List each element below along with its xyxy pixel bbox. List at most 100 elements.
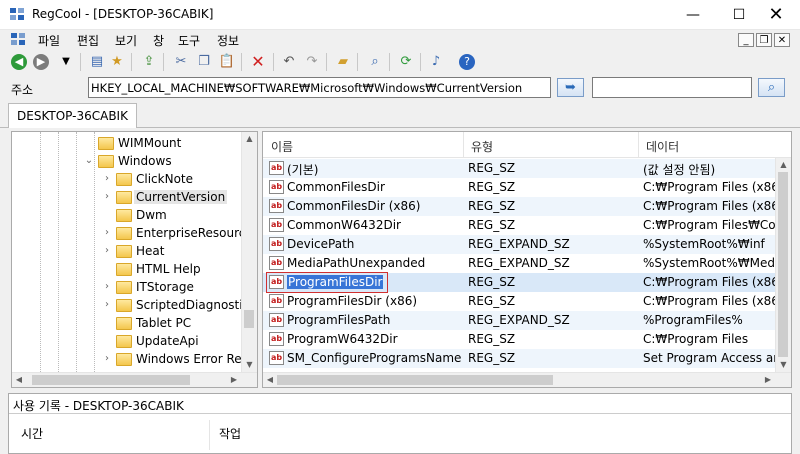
scroll-left-icon[interactable]: ◀: [12, 373, 26, 387]
expand-arrow-icon[interactable]: ›: [102, 245, 112, 256]
menu-file[interactable]: 파일: [38, 32, 60, 49]
string-value-icon: ab: [269, 218, 284, 232]
scroll-left-icon[interactable]: ◀: [263, 373, 277, 387]
value-row[interactable]: ab CommonFilesDir REG_SZ C:₩Program Files (…: [263, 178, 778, 197]
value-row[interactable]: ab CommonFilesDir (x86) REG_SZ C:₩Program F…: [263, 197, 778, 216]
mdi-close-button[interactable]: ✕: [774, 33, 790, 47]
mdi-minimize-button[interactable]: _: [738, 33, 754, 47]
tree-item[interactable]: › EnterpriseResource: [12, 225, 253, 243]
scroll-right-icon[interactable]: ▶: [227, 373, 241, 387]
tree-item[interactable]: › ClickNote: [12, 171, 242, 189]
value-row[interactable]: ab ProgramFilesPath REG_EXPAND_SZ %ProgramF…: [263, 311, 777, 330]
dropdown-icon[interactable]: ▼: [57, 53, 75, 71]
tree-item[interactable]: ⌄ Windows: [12, 153, 242, 171]
tree-item[interactable]: WIMMount: [12, 135, 242, 153]
child-window-icon[interactable]: [11, 33, 27, 47]
menu-edit[interactable]: 편집: [77, 32, 99, 49]
value-row[interactable]: ab CommonW6432Dir REG_SZ C:₩Program Files₩C…: [263, 216, 778, 235]
column-divider[interactable]: [638, 132, 639, 158]
find-icon[interactable]: ⌕: [366, 53, 384, 71]
paste-icon[interactable]: 📋: [218, 53, 236, 71]
tree-horizontal-scrollbar[interactable]: ◀ ▶: [12, 372, 257, 387]
mdi-restore-button[interactable]: ❐: [756, 33, 772, 47]
cut-icon[interactable]: ✂: [172, 53, 190, 71]
value-type: REG_SZ: [468, 294, 516, 308]
registry-icon[interactable]: ▤: [88, 53, 106, 71]
tree-item[interactable]: › ITStorage: [12, 279, 242, 297]
list-horizontal-scrollbar[interactable]: ◀ ▶: [263, 372, 791, 387]
value-row[interactable]: ab DevicePath REG_EXPAND_SZ %SystemRoot%₩in…: [263, 235, 777, 254]
scroll-thumb[interactable]: [277, 375, 553, 385]
expand-arrow-icon[interactable]: ›: [102, 353, 112, 364]
history-column-action[interactable]: 작업: [219, 425, 241, 442]
rename-field-text[interactable]: ProgramFilesDir: [287, 275, 384, 289]
scroll-down-icon[interactable]: ▼: [776, 358, 791, 372]
tree-vertical-scrollbar[interactable]: ▲ ▼: [241, 132, 257, 372]
tree-item[interactable]: › CurrentVersion: [12, 189, 242, 207]
value-row[interactable]: ab SM_ConfigureProgramsName REG_SZ Set Prog…: [263, 349, 778, 368]
scroll-thumb[interactable]: [778, 172, 788, 357]
column-divider[interactable]: [209, 420, 210, 450]
minimize-button[interactable]: —: [676, 0, 710, 30]
maximize-button[interactable]: ☐: [722, 0, 756, 30]
column-header-type[interactable]: 유형: [471, 138, 493, 155]
close-button[interactable]: ✕: [756, 0, 796, 30]
tree-item[interactable]: Tablet PC: [12, 315, 242, 333]
scroll-up-icon[interactable]: ▲: [776, 158, 791, 172]
history-column-time[interactable]: 시간: [21, 425, 43, 442]
value-row[interactable]: ab ProgramFilesDir (x86) REG_SZ C:₩Program …: [263, 292, 778, 311]
value-row[interactable]: ab ProgramW6432Dir REG_SZ C:₩Program Files: [263, 330, 777, 349]
undo-icon[interactable]: ↶: [280, 53, 298, 71]
scroll-thumb[interactable]: [32, 375, 190, 385]
search-button[interactable]: ⌕: [758, 78, 785, 97]
tree-item-label: WIMMount: [118, 136, 182, 150]
value-row[interactable]: ab ProgramFilesDir REG_SZ C:₩Program Files …: [263, 272, 778, 293]
help-icon[interactable]: ?: [459, 54, 475, 70]
value-name: ProgramW6432Dir: [287, 332, 398, 346]
copy-icon[interactable]: ❐: [195, 53, 213, 71]
go-button[interactable]: ➥: [557, 78, 584, 97]
redo-icon[interactable]: ↷: [303, 53, 321, 71]
expand-arrow-icon[interactable]: ›: [102, 299, 112, 310]
tree-item[interactable]: UpdateApi: [12, 333, 242, 351]
tree-item[interactable]: › Heat: [12, 243, 242, 261]
scroll-up-icon[interactable]: ▲: [242, 132, 257, 146]
refresh-icon[interactable]: ⟳: [397, 53, 415, 71]
menu-window[interactable]: 창: [153, 32, 164, 49]
window-title: RegCool - [DESKTOP-36CABIK]: [32, 7, 214, 21]
expand-arrow-icon[interactable]: ›: [102, 191, 112, 202]
string-value-icon: ab: [269, 294, 284, 308]
value-row[interactable]: ab MediaPathUnexpanded REG_EXPAND_SZ %Syste…: [263, 254, 778, 273]
folder-icon: [98, 155, 114, 168]
column-divider[interactable]: [463, 132, 464, 158]
import-icon[interactable]: ⇪: [140, 53, 158, 71]
menu-about[interactable]: 정보: [217, 32, 239, 49]
collapse-arrow-icon[interactable]: ⌄: [84, 155, 94, 166]
forward-icon[interactable]: ▶: [33, 54, 49, 70]
tree-item[interactable]: HTML Help: [12, 261, 242, 279]
address-input[interactable]: [88, 77, 551, 98]
scroll-right-icon[interactable]: ▶: [761, 373, 775, 387]
open-folder-icon[interactable]: ▰: [334, 53, 352, 71]
list-vertical-scrollbar[interactable]: ▲ ▼: [775, 158, 791, 372]
expand-arrow-icon[interactable]: ›: [102, 173, 112, 184]
tree-item[interactable]: › ScriptedDiagnostic: [12, 297, 249, 315]
value-row[interactable]: ab (기본) REG_SZ (값 설정 안됨): [263, 159, 777, 178]
tree-item-label: Windows Error Rep: [136, 352, 250, 366]
tree-item[interactable]: › Windows Error Rep: [12, 351, 249, 369]
tree-item[interactable]: Dwm: [12, 207, 242, 225]
tab-desktop[interactable]: DESKTOP-36CABIK: [8, 103, 137, 128]
delete-icon[interactable]: ✕: [249, 53, 267, 71]
expand-arrow-icon[interactable]: ›: [102, 227, 112, 238]
expand-arrow-icon[interactable]: ›: [102, 281, 112, 292]
back-icon[interactable]: ◀: [11, 54, 27, 70]
column-header-name[interactable]: 이름: [271, 138, 293, 155]
menu-tools[interactable]: 도구: [178, 32, 200, 49]
scroll-down-icon[interactable]: ▼: [242, 358, 257, 372]
help-icon[interactable]: ♪: [427, 53, 445, 71]
menu-view[interactable]: 보기: [115, 32, 137, 49]
search-input[interactable]: [592, 77, 752, 98]
scroll-thumb[interactable]: [244, 310, 254, 328]
column-header-data[interactable]: 데이터: [646, 138, 679, 155]
favorites-icon[interactable]: ★: [108, 53, 126, 71]
